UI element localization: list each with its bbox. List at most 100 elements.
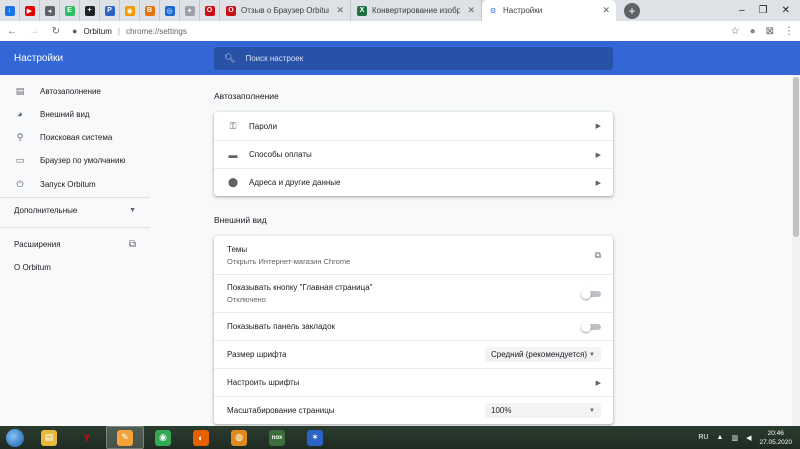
bookmarks-bar-row[interactable]: Показывать панель закладок: [214, 312, 613, 340]
orange-shell-icon: ◍: [231, 429, 247, 446]
network-icon[interactable]: ▥: [731, 434, 738, 442]
sidebar-item-appearance[interactable]: ◕ Внешний вид: [14, 108, 90, 120]
taskbar-app[interactable]: ✶: [296, 426, 334, 449]
system-tray: RU ▲ ▥ ◀ 20:46 27.05.2020: [698, 429, 800, 447]
maximize-icon[interactable]: ❐: [759, 5, 768, 16]
sidebar-item-label: Запуск Orbitum: [40, 179, 96, 189]
pinned-tab[interactable]: ✦: [180, 0, 200, 21]
pinned-tab[interactable]: B: [140, 0, 160, 21]
pinned-tab[interactable]: ◂: [40, 0, 60, 21]
autofill-card: ⚿ Пароли ▶ ▬ Способы оплаты ▶ ⬤ Адреса и…: [214, 112, 613, 196]
addresses-row[interactable]: ⬤ Адреса и другие данные ▶: [214, 168, 613, 196]
location-pin-icon: ⬤: [227, 177, 239, 187]
browser-toolbar: ← → ↻ ● Orbitum | chrome://settings ☆ ● …: [0, 21, 800, 41]
browser-tab[interactable]: ⚙ Настройки ✕: [482, 0, 616, 21]
sidebar-item-label: Поисковая система: [40, 132, 113, 142]
translate-icon[interactable]: ⊠: [766, 26, 774, 37]
sidebar-divider: [0, 227, 150, 228]
excel-icon: X: [357, 5, 367, 16]
search-icon: 🔍︎: [224, 52, 236, 63]
arrow-right-icon: ▶: [595, 379, 601, 387]
minimize-icon[interactable]: –: [739, 5, 745, 16]
address-bar[interactable]: ● Orbitum | chrome://settings: [72, 26, 721, 36]
yandex-browser-icon: Y: [83, 432, 90, 443]
sidebar-item-label: Браузер по умолчанию: [40, 155, 126, 165]
bookmarks-bar-toggle[interactable]: [581, 321, 601, 332]
download-icon: ↓: [4, 5, 15, 16]
power-icon: ⏻: [16, 178, 24, 189]
sidebar-item-about[interactable]: О Orbitum: [14, 263, 136, 272]
pinned-tab[interactable]: +: [80, 0, 100, 21]
browser-tab[interactable]: O Отзыв о Браузер Orbitum | Бе ✕: [220, 0, 351, 21]
close-icon[interactable]: ✕: [467, 5, 475, 16]
close-icon[interactable]: ✕: [602, 5, 610, 16]
site-info-icon[interactable]: ●: [72, 26, 77, 36]
taskbar-app[interactable]: ◉: [144, 426, 182, 449]
font-size-select[interactable]: Средний (рекомендуется) ▼: [485, 347, 601, 362]
pinned-tab[interactable]: O: [200, 0, 220, 21]
menu-icon[interactable]: ⋮: [784, 26, 794, 37]
scrollbar[interactable]: [792, 75, 800, 426]
taskbar-app[interactable]: ◐: [182, 426, 220, 449]
home-button-row[interactable]: Показывать кнопку "Главная страница" Отк…: [214, 274, 613, 312]
omnibox-separator: |: [117, 26, 120, 36]
browser-tab[interactable]: X Конвертирование изображе ✕: [351, 0, 482, 21]
reload-icon[interactable]: ↻: [50, 26, 62, 37]
language-indicator[interactable]: RU: [698, 434, 708, 441]
pinned-tab[interactable]: ▶: [20, 0, 40, 21]
tab-title: Конвертирование изображе: [372, 6, 460, 15]
sidebar-item-on-startup[interactable]: ⏻ Запуск Orbitum: [14, 178, 96, 190]
search-placeholder: Поиск настроек: [245, 53, 304, 63]
page-zoom-value: 100%: [491, 406, 512, 415]
sidebar-item-default-browser[interactable]: ▭ Браузер по умолчанию: [14, 154, 126, 166]
home-button-toggle[interactable]: [581, 288, 601, 299]
forward-arrow-icon[interactable]: →: [28, 26, 40, 37]
settings-content: ▤ Автозаполнение ◕ Внешний вид ⚲ Поисков…: [0, 75, 800, 426]
back-arrow-icon[interactable]: ←: [6, 26, 18, 37]
photoshop-icon: P: [104, 5, 115, 16]
passwords-row[interactable]: ⚿ Пароли ▶: [214, 112, 613, 140]
customize-fonts-label: Настроить шрифты: [227, 378, 300, 387]
page-zoom-label: Масштабирование страницы: [227, 406, 335, 415]
credit-card-icon: ▬: [228, 149, 238, 160]
sidebar-item-label: Автозаполнение: [40, 86, 101, 96]
clock[interactable]: 20:46 27.05.2020: [759, 429, 792, 447]
pinned-tab[interactable]: P: [100, 0, 120, 21]
search-input[interactable]: 🔍︎ Поиск настроек: [214, 46, 613, 70]
pinned-tab[interactable]: E: [60, 0, 80, 21]
sidebar-item-advanced[interactable]: Дополнительные ▼: [14, 206, 136, 215]
windows-taskbar: ▤ Y ✎ ◉ ◐ ◍ nox ✶ RU ▲ ▥ ◀ 20:46 27.05.2020: [0, 426, 800, 449]
sidebar-item-autofill[interactable]: ▤ Автозаполнение: [14, 85, 101, 97]
sidebar-item-search-engine[interactable]: ⚲ Поисковая система: [14, 131, 113, 143]
scrollbar-thumb[interactable]: [793, 77, 799, 237]
tray-arrow-icon[interactable]: ▲: [717, 434, 724, 441]
close-icon[interactable]: ✕: [782, 5, 790, 16]
bookmark-star-icon[interactable]: ☆: [731, 26, 740, 37]
sidebar-item-label: Внешний вид: [40, 109, 90, 119]
url-text[interactable]: chrome://settings: [126, 27, 187, 36]
page-zoom-select[interactable]: 100% ▼: [485, 403, 601, 418]
sidebar-item-extensions[interactable]: Расширения ⧉: [14, 239, 136, 250]
clipboard-icon: ▤: [15, 85, 25, 96]
taskbar-app[interactable]: Y: [68, 426, 106, 449]
taskbar-app[interactable]: ▤: [30, 426, 68, 449]
open-external-icon[interactable]: ⧉: [595, 250, 601, 261]
close-icon[interactable]: ✕: [336, 5, 344, 16]
orange-circle-icon: ◉: [124, 5, 135, 16]
extension-circle-icon[interactable]: ●: [750, 26, 756, 37]
volume-icon[interactable]: ◀: [746, 434, 751, 442]
customize-fonts-row[interactable]: Настроить шрифты ▶: [214, 368, 613, 396]
payment-methods-row[interactable]: ▬ Способы оплаты ▶: [214, 140, 613, 168]
taskbar-app[interactable]: ✎: [106, 426, 144, 449]
windows-logo-icon: [6, 428, 24, 447]
new-tab-button[interactable]: +: [624, 3, 640, 19]
themes-row[interactable]: Темы Открыть Интернет-магазин Chrome ⧉: [214, 236, 613, 274]
home-button-label: Показывать кнопку "Главная страница": [227, 283, 373, 292]
pinned-tab[interactable]: ◎: [160, 0, 180, 21]
themes-label: Темы: [227, 244, 248, 254]
start-button[interactable]: [0, 426, 30, 449]
taskbar-app[interactable]: nox: [258, 426, 296, 449]
taskbar-app[interactable]: ◍: [220, 426, 258, 449]
pinned-tab[interactable]: ◉: [120, 0, 140, 21]
pinned-tab[interactable]: ↓: [0, 0, 20, 21]
